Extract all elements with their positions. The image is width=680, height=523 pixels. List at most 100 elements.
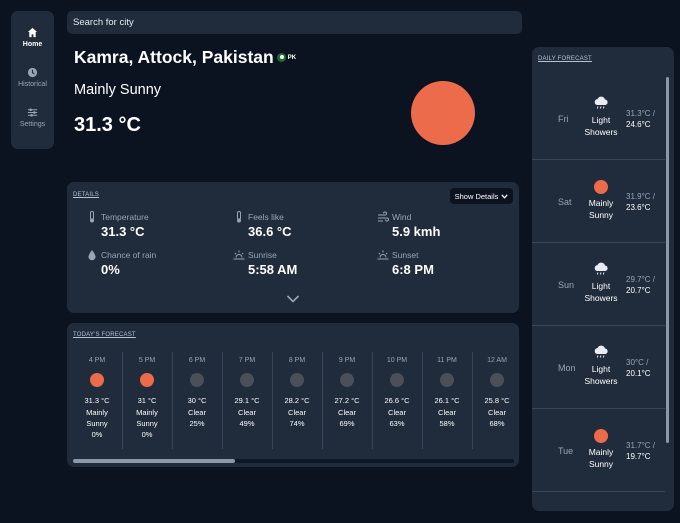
hour-divider	[222, 352, 223, 449]
hour-time: 5 PM	[138, 357, 156, 364]
hourly-item: 10 PM 26.6 °C Clear 63%	[372, 347, 422, 450]
show-details-button[interactable]: Show Details	[450, 188, 513, 204]
day-divider	[532, 491, 665, 492]
hour-time: 11 PM	[437, 357, 457, 364]
hour-divider	[122, 352, 123, 449]
hour-rain-chance: 58%	[439, 419, 455, 428]
daily-item: Mon Light Showers 30°C /20.1°C	[532, 326, 665, 409]
day-high: 30°C /	[626, 357, 649, 367]
hour-time: 9 PM	[338, 357, 356, 364]
moon-icon	[290, 373, 304, 387]
hour-condition-line2: Sunny	[86, 419, 108, 428]
moon-icon	[240, 373, 254, 387]
details-panel: DETAILS Show Details Temperature 31.3 °C…	[67, 182, 519, 313]
hour-condition: Clear	[438, 408, 456, 417]
hour-divider	[472, 352, 473, 449]
detail-label: Sunset	[392, 250, 419, 260]
cloud-rain-icon	[594, 345, 608, 358]
hour-time: 7 PM	[238, 357, 256, 364]
nav-item-settings[interactable]: Settings	[11, 105, 54, 128]
hourly-item: 9 PM 27.2 °C Clear 69%	[322, 347, 372, 450]
day-condition-line1: Light	[591, 281, 611, 291]
hour-divider	[172, 352, 173, 449]
nav-item-home[interactable]: Home	[11, 25, 54, 48]
nav-label-historical: Historical	[18, 81, 47, 88]
daily-item: Sat Mainly Sunny 31.9°C /23.6°C	[532, 160, 665, 243]
day-condition: Light Showers	[575, 280, 627, 304]
hour-rain-chance: 63%	[389, 419, 405, 428]
hour-rain-chance: 68%	[489, 419, 505, 428]
day-name: Fri	[558, 113, 569, 124]
moon-icon	[190, 373, 204, 387]
hourly-item: 7 PM 29.1 °C Clear 49%	[222, 347, 272, 450]
sun-icon	[90, 373, 104, 387]
day-condition: Mainly Sunny	[575, 197, 627, 221]
raindrop-icon	[88, 250, 96, 261]
hourly-item: 8 PM 28.2 °C Clear 74%	[272, 347, 322, 450]
daily-scrollbar[interactable]	[666, 77, 669, 443]
detail-value: 5.9 kmh	[392, 224, 441, 239]
hour-divider	[372, 352, 373, 449]
daily-item: Tue Mainly Sunny 31.7°C /19.7°C	[532, 409, 665, 492]
nav-item-historical[interactable]: Historical	[11, 65, 54, 88]
day-condition-line1: Mainly	[588, 198, 614, 208]
hourly-scrollbar[interactable]	[73, 459, 514, 463]
hourly-item: 12 AM 25.8 °C Clear 68%	[472, 347, 522, 450]
day-low: 23.6°C	[626, 202, 651, 212]
day-name: Mon	[558, 362, 576, 373]
hour-rain-chance: 0%	[141, 430, 153, 439]
details-title: DETAILS	[73, 192, 99, 198]
day-high: 31.9°C /	[626, 191, 655, 201]
sun-icon	[411, 81, 475, 145]
expand-chevron-icon[interactable]	[286, 294, 300, 304]
hour-temp: 30 °C	[187, 396, 207, 405]
hour-condition: Clear	[188, 408, 206, 417]
side-nav: Home Historical Settings	[11, 11, 54, 149]
hour-condition: Mainly	[86, 408, 108, 417]
show-details-label: Show Details	[454, 191, 499, 201]
hourly-item: 5 PM 31 °C Mainly Sunny 0%	[122, 347, 172, 450]
day-condition-line2: Showers	[584, 127, 618, 137]
hour-divider	[422, 352, 423, 449]
day-condition-line2: Sunny	[588, 459, 614, 469]
hour-condition-line2: Sunny	[136, 419, 158, 428]
search-input[interactable]	[73, 17, 522, 28]
city-heading: Kamra, Attock, Pakistan PK	[74, 47, 296, 68]
hour-rain-chance: 25%	[189, 419, 205, 428]
day-temperature-range: 31.7°C /19.7°C	[626, 409, 665, 492]
hour-condition: Clear	[488, 408, 506, 417]
hourly-scrollbar-thumb[interactable]	[73, 459, 235, 463]
chevron-down-icon	[501, 193, 509, 199]
moon-icon	[440, 373, 454, 387]
hour-condition: Mainly	[136, 408, 158, 417]
current-condition: Mainly Sunny	[74, 82, 162, 98]
day-condition: Mainly Sunny	[575, 446, 627, 470]
sun-icon	[140, 373, 154, 387]
sun-icon	[594, 180, 608, 194]
hourly-item: 4 PM 31.3 °C Mainly Sunny 0%	[72, 347, 122, 450]
moon-icon	[340, 373, 354, 387]
day-low: 19.7°C	[626, 451, 651, 461]
search-bar	[67, 11, 522, 34]
hour-condition: Clear	[338, 408, 356, 417]
day-condition: Light Showers	[575, 363, 627, 387]
hourly-item: 11 PM 26.1 °C Clear 58%	[422, 347, 472, 450]
day-high: 29.7°C /	[626, 274, 655, 284]
hour-rain-chance: 69%	[339, 419, 355, 428]
hour-temp: 31.3 °C	[84, 396, 110, 405]
todays-forecast-title: TODAY'S FORECAST	[73, 332, 136, 338]
day-low: 20.7°C	[626, 285, 651, 295]
day-name: Tue	[558, 445, 574, 456]
day-low: 20.1°C	[626, 368, 651, 378]
hour-temp: 25.8 °C	[484, 396, 510, 405]
detail-label: Feels like	[248, 212, 284, 222]
hour-divider	[322, 352, 323, 449]
sliders-icon	[11, 105, 54, 119]
hour-time: 6 PM	[188, 357, 206, 364]
day-temperature-range: 31.9°C /23.6°C	[626, 160, 665, 243]
detail-value: 31.3 °C	[101, 224, 145, 239]
day-condition-line2: Showers	[584, 293, 618, 303]
sun-icon	[594, 429, 608, 443]
hour-rain-chance: 49%	[239, 419, 255, 428]
clock-icon	[11, 65, 54, 79]
